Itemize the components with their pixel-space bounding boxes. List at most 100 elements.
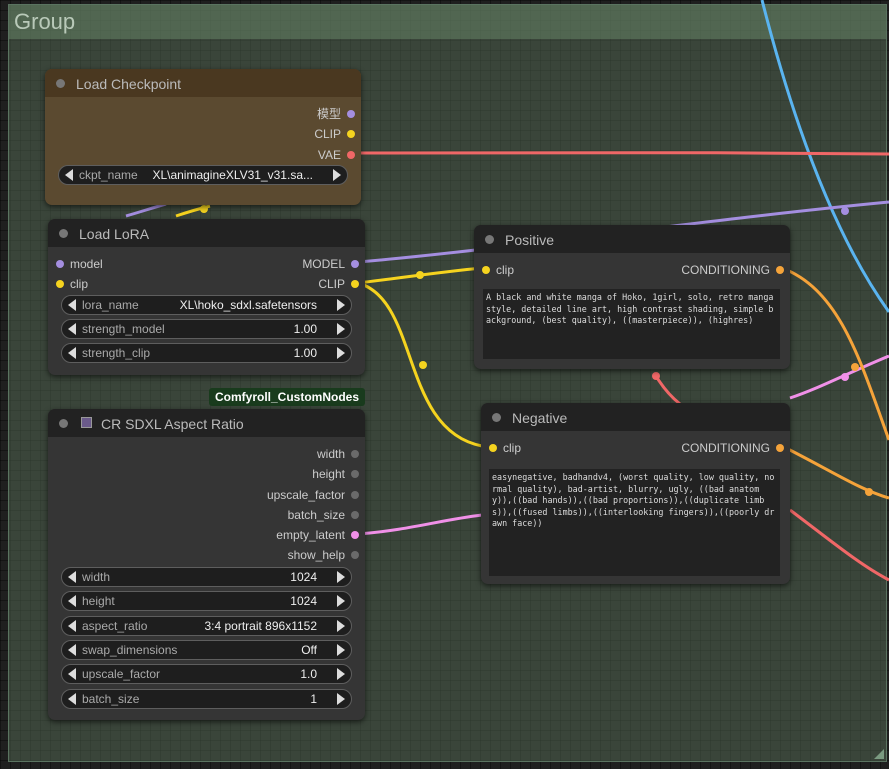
node-collapse-dot[interactable] [59, 229, 68, 238]
load-checkpoint-node[interactable]: Load Checkpoint 模型 CLIP VAE ckpt_name XL… [45, 69, 361, 205]
slot-connector[interactable] [56, 259, 64, 268]
chevron-right-icon[interactable] [337, 347, 345, 359]
chevron-right-icon[interactable] [337, 299, 345, 311]
chevron-left-icon[interactable] [68, 644, 76, 656]
lora-name-combo[interactable]: lora_name XL\hoko_sdxl.safetensors [61, 295, 352, 315]
aspect-ratio-node[interactable]: CR SDXL Aspect Ratio width height upscal… [48, 409, 365, 720]
aspect-ratio-header[interactable]: CR SDXL Aspect Ratio [48, 409, 365, 437]
chevron-left-icon[interactable] [68, 620, 76, 632]
chevron-left-icon[interactable] [68, 571, 76, 583]
widget-label: upscale_factor [82, 667, 161, 681]
chevron-left-icon[interactable] [65, 169, 73, 181]
node-collapse-dot[interactable] [59, 419, 68, 428]
node-collapse-dot[interactable] [485, 235, 494, 244]
node-title: Load LoRA [79, 226, 150, 242]
output-empty-latent[interactable]: empty_latent [276, 528, 359, 542]
swap-dimensions-combo[interactable]: swap_dimensions Off [61, 640, 352, 660]
aspect-ratio-combo[interactable]: aspect_ratio 3:4 portrait 896x1152 [61, 616, 352, 636]
widget-label: batch_size [82, 692, 140, 706]
chevron-left-icon[interactable] [68, 347, 76, 359]
positive-header[interactable]: Positive [474, 225, 790, 253]
output-show-help[interactable]: show_help [288, 548, 359, 562]
slot-connector[interactable] [347, 129, 355, 138]
output-model[interactable]: 模型 [317, 107, 355, 121]
widget-value: 1024 [290, 570, 317, 584]
chevron-left-icon[interactable] [68, 693, 76, 705]
node-graph-canvas[interactable]: Group Load Checkpoint 模型 CLIP VAE ckpt_n… [0, 0, 889, 769]
slot-label: clip [70, 277, 89, 291]
node-collapse-dot[interactable] [492, 413, 501, 422]
chevron-left-icon[interactable] [68, 323, 76, 335]
output-clip[interactable]: CLIP [318, 277, 359, 291]
output-batch-size[interactable]: batch_size [288, 508, 359, 522]
load-lora-node[interactable]: Load LoRA model clip MODEL CLIP lora_nam… [48, 219, 365, 375]
output-vae[interactable]: VAE [318, 148, 355, 162]
output-conditioning[interactable]: CONDITIONING [681, 263, 784, 277]
slot-connector[interactable] [351, 490, 359, 499]
slot-connector[interactable] [776, 265, 784, 274]
chevron-left-icon[interactable] [68, 668, 76, 680]
widget-value: 1.00 [293, 346, 317, 360]
custom-nodes-badge: Comfyroll_CustomNodes [209, 388, 366, 406]
node-collapse-dot[interactable] [56, 79, 65, 88]
strength-model-number[interactable]: strength_model 1.00 [61, 319, 352, 339]
load-checkpoint-header[interactable]: Load Checkpoint [45, 69, 361, 97]
strength-clip-number[interactable]: strength_clip 1.00 [61, 343, 352, 363]
chevron-right-icon[interactable] [337, 571, 345, 583]
output-clip[interactable]: CLIP [314, 127, 355, 141]
slot-connector[interactable] [351, 550, 359, 559]
chevron-right-icon[interactable] [337, 644, 345, 656]
chevron-right-icon[interactable] [337, 620, 345, 632]
chevron-right-icon[interactable] [337, 668, 345, 680]
input-clip[interactable]: clip [482, 263, 514, 277]
chevron-right-icon[interactable] [337, 693, 345, 705]
chevron-left-icon[interactable] [68, 299, 76, 311]
group-resize-handle[interactable] [874, 749, 884, 759]
chevron-right-icon[interactable] [337, 595, 345, 607]
slot-connector[interactable] [482, 265, 490, 274]
upscale-factor-number[interactable]: upscale_factor 1.0 [61, 664, 352, 684]
slot-label: CONDITIONING [681, 441, 770, 455]
slot-connector[interactable] [351, 530, 359, 539]
ckpt-name-combo[interactable]: ckpt_name XL\animagineXLV31_v31.sa... [58, 165, 348, 185]
chevron-left-icon[interactable] [68, 595, 76, 607]
width-number[interactable]: width 1024 [61, 567, 352, 587]
slot-connector[interactable] [56, 279, 64, 288]
chevron-right-icon[interactable] [337, 323, 345, 335]
positive-prompt-node[interactable]: Positive clip CONDITIONING A black and w… [474, 225, 790, 369]
input-clip[interactable]: clip [489, 441, 521, 455]
slot-connector[interactable] [351, 449, 359, 458]
widget-value: 3:4 portrait 896x1152 [204, 619, 317, 633]
batch-size-number[interactable]: batch_size 1 [61, 689, 352, 709]
slot-connector[interactable] [347, 150, 355, 159]
input-clip[interactable]: clip [56, 277, 88, 291]
slot-connector[interactable] [776, 443, 784, 452]
negative-prompt-node[interactable]: Negative clip CONDITIONING easynegative,… [481, 403, 790, 584]
slot-connector[interactable] [351, 259, 359, 268]
output-conditioning[interactable]: CONDITIONING [681, 441, 784, 455]
negative-prompt-textarea[interactable]: easynegative, badhandv4, (worst quality,… [489, 469, 780, 576]
widget-label: strength_clip [82, 346, 151, 360]
group-title-bar[interactable]: Group [9, 5, 886, 39]
output-model[interactable]: MODEL [302, 257, 359, 271]
widget-label: swap_dimensions [82, 643, 178, 657]
output-upscale-factor[interactable]: upscale_factor [267, 488, 359, 502]
height-number[interactable]: height 1024 [61, 591, 352, 611]
widget-label: aspect_ratio [82, 619, 148, 633]
positive-prompt-textarea[interactable]: A black and white manga of Hoko, 1girl, … [483, 289, 780, 359]
negative-header[interactable]: Negative [481, 403, 790, 431]
output-height[interactable]: height [312, 467, 359, 481]
slot-connector[interactable] [489, 443, 497, 452]
load-lora-header[interactable]: Load LoRA [48, 219, 365, 247]
input-model[interactable]: model [56, 257, 103, 271]
chevron-right-icon[interactable] [333, 169, 341, 181]
slot-connector[interactable] [351, 510, 359, 519]
group-title: Group [14, 9, 76, 34]
widget-label: ckpt_name [79, 168, 138, 182]
slot-label: CLIP [318, 277, 345, 291]
slot-connector[interactable] [351, 469, 359, 478]
slot-connector[interactable] [347, 109, 355, 118]
slot-connector[interactable] [351, 279, 359, 288]
output-width[interactable]: width [317, 447, 359, 461]
widget-value: 1 [310, 692, 317, 706]
